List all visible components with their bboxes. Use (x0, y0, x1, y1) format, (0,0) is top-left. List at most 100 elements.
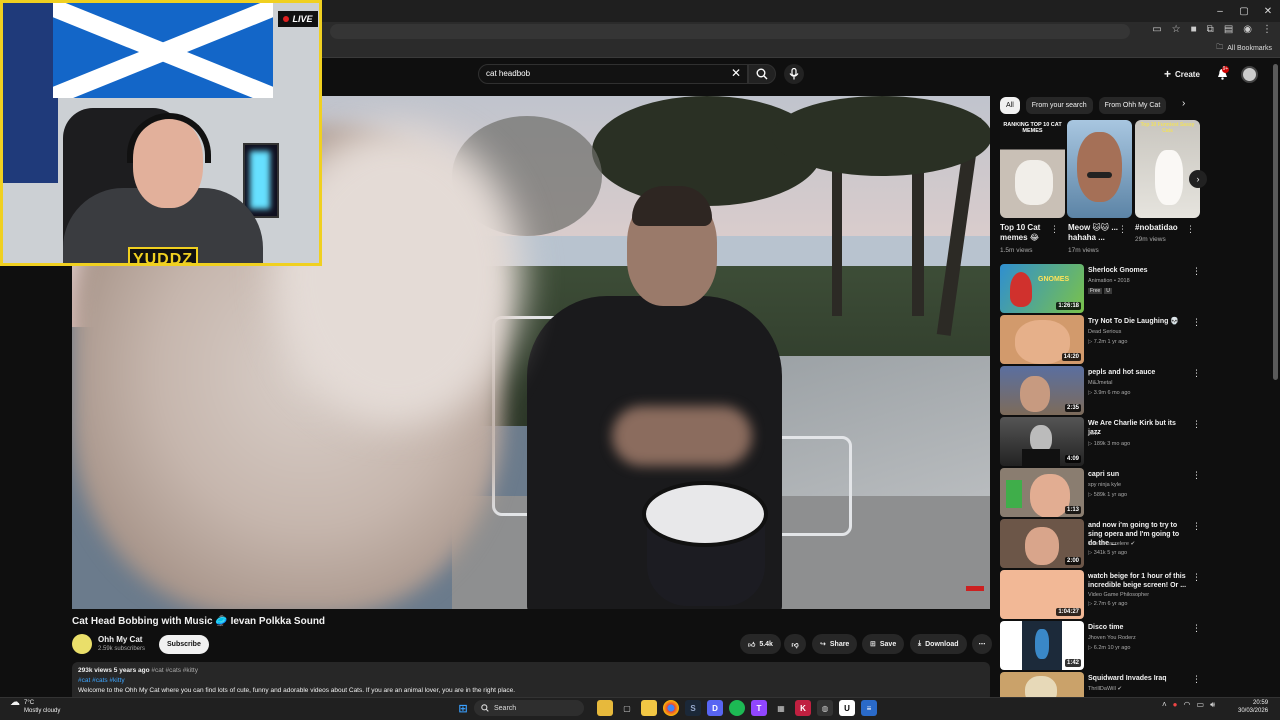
close-window-button[interactable]: ✕ (1256, 0, 1280, 22)
chip-from-your-search[interactable]: From your search (1025, 97, 1093, 114)
more-options-icon[interactable]: ⋮ (1192, 572, 1201, 583)
file-explorer-icon[interactable] (597, 700, 613, 716)
unreal-icon[interactable]: U (839, 700, 855, 716)
save-button[interactable]: ⊞ Save (862, 634, 905, 654)
account-avatar[interactable] (1241, 66, 1258, 83)
more-actions-button[interactable]: ⋯ (972, 634, 992, 654)
page-scrollbar[interactable] (1273, 64, 1278, 380)
voice-search-button[interactable] (784, 64, 804, 84)
chevron-up-icon[interactable]: ˄ (1162, 700, 1167, 710)
short-thumbnail[interactable]: RANKING TOP 10 CAT MEMES (1000, 120, 1065, 218)
app-grid-icon[interactable]: ▦ (773, 700, 789, 716)
video-duration: 1:42 (1064, 659, 1081, 667)
description-box[interactable] (72, 662, 990, 702)
video-thumbnail[interactable]: 4:09 (1000, 417, 1084, 466)
video-thumbnail[interactable] (1000, 672, 1084, 697)
menu-icon[interactable]: ⋮ (1262, 24, 1272, 35)
more-options-icon[interactable]: ⋮ (1192, 368, 1201, 379)
folder-app-icon[interactable] (641, 700, 657, 716)
more-options-icon[interactable]: ⋮ (1192, 470, 1201, 481)
video-thumbnail[interactable]: 2:00 (1000, 519, 1084, 568)
star-icon[interactable]: ☆ (1172, 24, 1181, 35)
maximize-button[interactable]: ▢ (1232, 0, 1256, 22)
chevron-right-icon[interactable]: › (1182, 98, 1185, 109)
share-icon: ↪ (820, 641, 826, 648)
video-thumbnail[interactable]: 1:42 (1000, 621, 1084, 670)
dislike-button[interactable]: 👎︎ (784, 634, 806, 654)
video-title: Disco time (1088, 624, 1124, 631)
more-options-icon[interactable]: ⋮ (1192, 623, 1201, 634)
video-thumbnail[interactable]: 14:20 (1000, 315, 1084, 364)
recommendation-item[interactable]: 1:04:27 watch beige for 1 hour of this i… (1000, 570, 1201, 619)
download-button[interactable]: ⤓ Download (910, 634, 967, 654)
more-options-icon[interactable]: ⋮ (1192, 521, 1201, 532)
like-button[interactable]: 👍︎ 5.4k (740, 634, 781, 654)
more-options-icon[interactable]: ⋮ (1192, 419, 1201, 430)
video-duration: 1:04:27 (1056, 608, 1081, 616)
twitch-icon[interactable]: T (751, 700, 767, 716)
weather-widget[interactable]: ☁ 7°C Mostly cloudy (10, 698, 60, 715)
channel-name[interactable]: Ohh My Cat (98, 635, 142, 644)
free-badge: Free (1088, 288, 1103, 294)
recommendation-item[interactable]: 14:20 Try Not To Die Laughing 💀 Dead Ser… (1000, 315, 1201, 364)
system-clock[interactable]: 20:59 30/03/2026 (1238, 699, 1268, 715)
chip-all[interactable]: All (1000, 97, 1020, 114)
system-tray: ˄ ● ◠ ▭ 🔊︎ (1162, 700, 1215, 710)
extension-icon[interactable]: ■ (1191, 24, 1197, 35)
address-input[interactable] (330, 24, 1130, 39)
short-thumbnail[interactable]: Top 10 Funniest Sassy Cats (1135, 120, 1200, 218)
discord-icon[interactable]: D (707, 700, 723, 716)
chrome-icon[interactable] (663, 700, 679, 716)
short-more-icon[interactable]: ⋮ (1118, 224, 1127, 235)
cast-icon[interactable]: ▭ (1152, 24, 1161, 35)
chip-from-channel[interactable]: From Ohh My Cat (1098, 97, 1167, 114)
all-bookmarks[interactable]: 🗀 All Bookmarks (1216, 43, 1272, 54)
kick-icon[interactable]: K (795, 700, 811, 716)
short-thumbnail[interactable] (1067, 120, 1132, 218)
share-button[interactable]: ↪ Share (812, 634, 858, 654)
create-button[interactable]: + Create (1158, 64, 1206, 84)
channel-watermark[interactable] (966, 586, 984, 591)
channel-avatar[interactable] (72, 634, 92, 654)
short-more-icon[interactable]: ⋮ (1186, 224, 1195, 235)
recommendation-item[interactable]: GNOMES 1:26:18 Sherlock Gnomes Animation… (1000, 264, 1201, 313)
subscribe-button[interactable]: Subscribe (159, 635, 209, 654)
spotify-icon[interactable] (729, 700, 745, 716)
taskbar-search-label: Search (494, 704, 517, 712)
search-button[interactable] (748, 64, 776, 84)
obs-icon[interactable]: ◍ (817, 700, 833, 716)
windows-start-icon[interactable]: ⊞ (455, 700, 471, 716)
volume-icon[interactable]: 🔊︎ (1210, 700, 1215, 710)
recommendation-item[interactable]: 1:42 Disco time Jhoven You Roderz ▷ 6.2m… (1000, 621, 1201, 670)
shorts-next-button[interactable]: › (1189, 170, 1207, 188)
recommendation-item[interactable]: 1:13 capri sun spy ninja kyle ▷ 589k 1 y… (1000, 468, 1201, 517)
clear-search-icon[interactable]: ✕ (731, 66, 741, 80)
taskbar-search[interactable]: Search (474, 700, 584, 716)
notes-icon[interactable]: ≡ (861, 700, 877, 716)
steam-icon[interactable]: S (685, 700, 701, 716)
recommendation-item[interactable]: 2:35 pepls and hot sauce M&Jmetal ▷ 3.9m… (1000, 366, 1201, 415)
more-options-icon[interactable]: ⋮ (1192, 266, 1201, 277)
sidebar-icon[interactable]: ▤ (1224, 24, 1233, 35)
video-thumbnail[interactable]: GNOMES 1:26:18 (1000, 264, 1084, 313)
recommendation-item[interactable]: 2:00 and now i'm going to try to sing op… (1000, 519, 1201, 568)
short-more-icon[interactable]: ⋮ (1050, 224, 1059, 235)
video-thumbnail[interactable]: 2:35 (1000, 366, 1084, 415)
profile-icon[interactable]: ◉ (1243, 24, 1252, 35)
network-icon[interactable]: ▭ (1197, 700, 1205, 710)
wifi-icon[interactable]: ◠ (1184, 700, 1191, 710)
video-thumbnail[interactable]: 1:13 (1000, 468, 1084, 517)
short-views: 17m views (1068, 247, 1099, 254)
more-options-icon[interactable]: ⋮ (1192, 674, 1200, 685)
hashtag-links[interactable]: #cat #cats #kitty (78, 677, 125, 684)
recommendation-item[interactable]: Squidward Invades Iraq ThrillDaWill ✔ ⋮ (1000, 672, 1200, 697)
task-view-icon[interactable]: ▢ (619, 700, 635, 716)
tray-app-icon[interactable]: ● (1173, 700, 1178, 710)
recommendation-item[interactable]: 4:09 We Are Charlie Kirk but its jazz Lo… (1000, 417, 1201, 466)
minimize-button[interactable]: – (1208, 0, 1232, 22)
more-options-icon[interactable]: ⋮ (1192, 317, 1201, 328)
subscriber-count: 2.59k subscribers (98, 646, 146, 652)
video-title: Try Not To Die Laughing 💀 (1088, 318, 1180, 325)
puzzle-icon[interactable]: ⧉ (1207, 24, 1214, 35)
video-thumbnail[interactable]: 1:04:27 (1000, 570, 1084, 619)
